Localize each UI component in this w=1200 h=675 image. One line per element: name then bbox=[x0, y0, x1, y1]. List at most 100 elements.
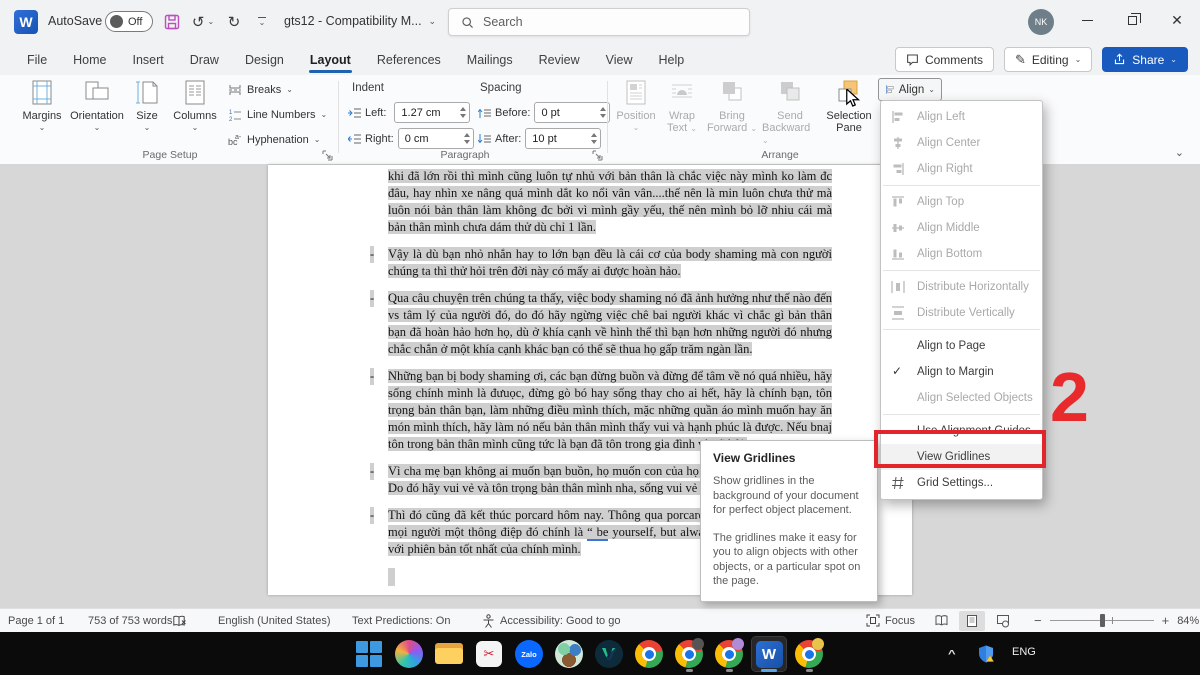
status-bar: Page 1 of 1 753 of 753 words English (Un… bbox=[0, 608, 1200, 632]
zoom-out-button[interactable]: − bbox=[1034, 613, 1042, 628]
save-button[interactable] bbox=[160, 10, 184, 34]
menu-item-align-middle: Align Middle bbox=[881, 215, 1042, 241]
snipping-tool-button[interactable]: ✂ bbox=[472, 637, 506, 671]
align-right-icon bbox=[891, 162, 905, 176]
print-layout-button[interactable] bbox=[959, 611, 985, 631]
chevron-down-icon: ⌄ bbox=[94, 124, 101, 132]
spinner[interactable] bbox=[600, 107, 606, 118]
running-indicator bbox=[806, 669, 813, 672]
share-label: Share bbox=[1132, 53, 1164, 67]
hyphenation-button[interactable]: bca- Hyphenation ⌄ bbox=[228, 133, 320, 147]
send-backward-button: Send Backward ⌄ bbox=[762, 79, 818, 146]
size-button[interactable]: Size ⌄ bbox=[128, 79, 166, 132]
minimize-button[interactable] bbox=[1065, 0, 1109, 40]
zoom-in-button[interactable]: + bbox=[1162, 613, 1170, 628]
word-count[interactable]: 753 of 753 words bbox=[88, 609, 172, 632]
word-taskbar-button[interactable]: W bbox=[752, 637, 786, 671]
align-top-icon bbox=[891, 195, 905, 209]
restore-button[interactable] bbox=[1110, 0, 1154, 40]
line-numbers-button[interactable]: 12 Line Numbers ⌄ bbox=[228, 108, 327, 122]
text-predictions-indicator[interactable]: Text Predictions: On bbox=[352, 609, 450, 632]
tab-draw[interactable]: Draw bbox=[177, 47, 232, 73]
spinner[interactable] bbox=[591, 133, 597, 144]
zoom-percentage[interactable]: 84% bbox=[1177, 615, 1199, 627]
align-button[interactable]: Align ⌄ bbox=[878, 78, 942, 101]
margins-button[interactable]: Margins ⌄ bbox=[18, 79, 66, 132]
tab-layout[interactable]: Layout bbox=[297, 47, 364, 73]
chrome-button[interactable] bbox=[632, 637, 666, 671]
tab-file[interactable]: File bbox=[14, 47, 60, 73]
file-explorer-button[interactable] bbox=[432, 637, 466, 671]
tab-insert[interactable]: Insert bbox=[120, 47, 177, 73]
tab-help[interactable]: Help bbox=[646, 47, 698, 73]
tooltip-paragraph: Show gridlines in the background of your… bbox=[713, 474, 865, 518]
word-window: W AutoSave Off ↺ ⌄ ↻ ⌄ gts12 - Compatibi… bbox=[0, 0, 1200, 675]
spacing-before-input[interactable]: 0 pt bbox=[534, 102, 610, 123]
autosave-toggle[interactable]: Off bbox=[105, 11, 153, 32]
paragraph-dialog-launcher[interactable] bbox=[592, 150, 603, 161]
spinner[interactable] bbox=[460, 107, 466, 118]
web-layout-button[interactable] bbox=[990, 611, 1016, 631]
orientation-button[interactable]: Orientation ⌄ bbox=[70, 79, 124, 132]
autosave-label: AutoSave bbox=[48, 14, 102, 28]
menu-item-align-to-page[interactable]: Align to Page bbox=[881, 333, 1042, 359]
undo-button[interactable]: ↺ ⌄ bbox=[188, 10, 218, 34]
taskbar-overflow-chevron[interactable]: ^ bbox=[948, 648, 956, 660]
group-separator bbox=[607, 81, 608, 153]
word-logo-icon: W bbox=[14, 10, 38, 34]
windows-security-shield-icon[interactable] bbox=[976, 644, 996, 664]
breaks-button[interactable]: Breaks ⌄ bbox=[228, 83, 293, 97]
chrome-profile-1-button[interactable] bbox=[672, 637, 706, 671]
proofing-errors-button[interactable] bbox=[172, 609, 187, 632]
customize-quick-access-button[interactable]: ⌄ bbox=[252, 10, 272, 34]
avatar[interactable]: NK bbox=[1028, 9, 1054, 35]
save-icon bbox=[164, 14, 180, 30]
page-setup-dialog-launcher[interactable] bbox=[322, 150, 333, 161]
collapse-ribbon-chevron-icon[interactable]: ⌄ bbox=[1175, 146, 1184, 159]
chevron-down-icon: ⌄ bbox=[259, 19, 266, 27]
folder-icon bbox=[435, 643, 463, 665]
language-switcher[interactable]: ENG bbox=[1012, 646, 1036, 658]
orientation-label: Orientation bbox=[70, 110, 124, 122]
web-layout-icon bbox=[996, 614, 1010, 628]
read-mode-icon bbox=[934, 614, 949, 627]
align-label: Align bbox=[899, 84, 925, 96]
editing-mode-button[interactable]: ✎ Editing ⌄ bbox=[1004, 47, 1092, 72]
paint-button[interactable] bbox=[552, 637, 586, 671]
menu-item-align-to-margin[interactable]: ✓ Align to Margin bbox=[881, 359, 1042, 385]
chrome-profile-3-button[interactable] bbox=[792, 637, 826, 671]
columns-button[interactable]: Columns ⌄ bbox=[170, 79, 220, 132]
mouse-cursor bbox=[845, 89, 861, 109]
accessibility-status[interactable]: Accessibility: Good to go bbox=[482, 609, 620, 632]
spinner[interactable] bbox=[464, 133, 470, 144]
indent-right-icon bbox=[348, 133, 361, 145]
tab-mailings[interactable]: Mailings bbox=[454, 47, 526, 73]
redo-button[interactable]: ↻ bbox=[222, 10, 246, 34]
tab-view[interactable]: View bbox=[593, 47, 646, 73]
menu-item-grid-settings[interactable]: Grid Settings... bbox=[881, 470, 1042, 496]
tab-design[interactable]: Design bbox=[232, 47, 297, 73]
document-title[interactable]: gts12 - Compatibility M... ⌄ bbox=[284, 14, 436, 28]
start-button[interactable] bbox=[352, 637, 386, 671]
copilot-button[interactable] bbox=[392, 637, 426, 671]
tab-home[interactable]: Home bbox=[60, 47, 119, 73]
chrome-profile-2-button[interactable] bbox=[712, 637, 746, 671]
language-indicator[interactable]: English (United States) bbox=[218, 609, 331, 632]
read-mode-button[interactable] bbox=[928, 611, 954, 631]
indent-left-input[interactable]: 1.27 cm bbox=[394, 102, 470, 123]
spacing-after-input[interactable]: 10 pt bbox=[525, 128, 601, 149]
v-app-button[interactable] bbox=[592, 637, 626, 671]
zoom-slider[interactable] bbox=[1050, 620, 1154, 621]
comments-button[interactable]: Comments bbox=[895, 47, 994, 72]
tab-references[interactable]: References bbox=[364, 47, 454, 73]
search-input[interactable]: Search bbox=[448, 8, 750, 36]
size-label: Size bbox=[136, 110, 157, 122]
zoom-slider-thumb[interactable] bbox=[1100, 614, 1105, 627]
page-indicator[interactable]: Page 1 of 1 bbox=[8, 609, 64, 632]
zalo-button[interactable]: Zalo bbox=[512, 637, 546, 671]
close-button[interactable]: ✕ bbox=[1155, 0, 1199, 40]
tab-review[interactable]: Review bbox=[526, 47, 593, 73]
share-button[interactable]: Share ⌄ bbox=[1102, 47, 1188, 72]
focus-button[interactable]: Focus bbox=[866, 609, 915, 632]
indent-right-input[interactable]: 0 cm bbox=[398, 128, 474, 149]
